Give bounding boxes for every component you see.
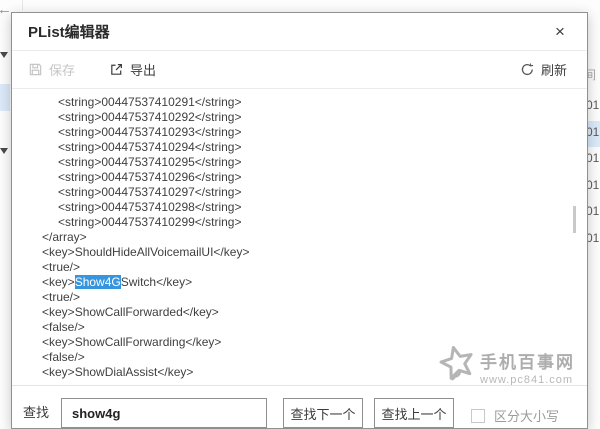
plist-line: <string>00447537410292</string>: [58, 110, 242, 124]
search-highlight: Show4G: [74, 275, 121, 289]
close-icon[interactable]: ×: [549, 21, 571, 43]
plist-line: <key>ShowCallForwarding</key>: [42, 335, 222, 349]
refresh-icon: [520, 62, 535, 77]
dialog-title: PList编辑器: [28, 24, 110, 41]
plist-line: <key>Show4GSwitch</key>: [42, 275, 193, 289]
toolbar: 保存 导出 刷新: [12, 51, 587, 89]
bg-text-fragment: 01: [586, 231, 600, 245]
case-sensitive-checkbox[interactable]: [471, 408, 486, 423]
case-sensitive-group: 区分大小写: [471, 406, 559, 425]
bg-text-fragment: 01: [586, 125, 600, 139]
plist-line: <key>ShouldHideAllVoicemailUI</key>: [42, 245, 250, 259]
plist-line: <string>00447537410293</string>: [58, 125, 242, 139]
find-label: 查找: [23, 405, 50, 420]
bg-right-column: 间 01 01 01 01 01 01: [584, 0, 600, 429]
find-previous-button[interactable]: 查找上一个: [374, 398, 455, 428]
plist-line: <string>00447537410298</string>: [58, 200, 242, 214]
scrollbar-thumb[interactable]: [573, 206, 576, 233]
find-input[interactable]: [61, 398, 268, 428]
find-bar: 查找 查找下一个 查找上一个 区分大小写: [12, 385, 587, 428]
plist-line: <string>00447537410297</string>: [58, 185, 242, 199]
tree-expander-icon: [0, 148, 8, 154]
bg-text-fragment: 01: [586, 204, 600, 218]
plist-editor-dialog: PList编辑器 × 保存 导出 刷新 <string>004475374102…: [11, 12, 588, 429]
background-selected-row: [0, 84, 10, 111]
bg-text-fragment: 01: [586, 178, 600, 192]
plist-line: <false/>: [42, 320, 85, 334]
bg-text-fragment: 01: [586, 151, 600, 165]
plist-line: <string>00447537410299</string>: [58, 215, 242, 229]
bg-text-fragment: 01: [586, 98, 600, 112]
plist-line: <string>00447537410295</string>: [58, 155, 242, 169]
save-icon: [28, 62, 43, 77]
plist-line: <false/>: [42, 350, 85, 364]
save-button[interactable]: 保存: [28, 60, 75, 79]
export-icon: [109, 62, 124, 77]
refresh-button[interactable]: 刷新: [520, 60, 567, 79]
plist-line: <true/>: [42, 290, 81, 304]
refresh-label: 刷新: [540, 63, 567, 78]
tree-expander-icon: [0, 52, 8, 58]
export-label: 导出: [130, 63, 157, 78]
plist-lines: <string>00447537410291</string> <string>0…: [12, 95, 587, 380]
background-grid-line: [22, 0, 23, 10]
plist-line: <true/>: [42, 260, 81, 274]
plist-line: <string>00447537410296</string>: [58, 170, 242, 184]
plist-line: <key>ShowCallForwarded</key>: [42, 305, 219, 319]
plist-editor-content[interactable]: <string>00447537410291</string> <string>0…: [12, 89, 587, 385]
save-label: 保存: [49, 63, 76, 78]
plist-line: <string>00447537410294</string>: [58, 140, 242, 154]
dialog-title-bar: PList编辑器 ×: [12, 13, 587, 51]
case-sensitive-label: 区分大小写: [494, 409, 560, 424]
plist-line: </array>: [42, 230, 87, 244]
export-button[interactable]: 导出: [109, 60, 156, 79]
plist-line: <key>ShowDialAssist</key>: [42, 365, 194, 379]
find-next-button[interactable]: 查找下一个: [283, 398, 364, 428]
plist-line: <string>00447537410291</string>: [58, 95, 242, 109]
